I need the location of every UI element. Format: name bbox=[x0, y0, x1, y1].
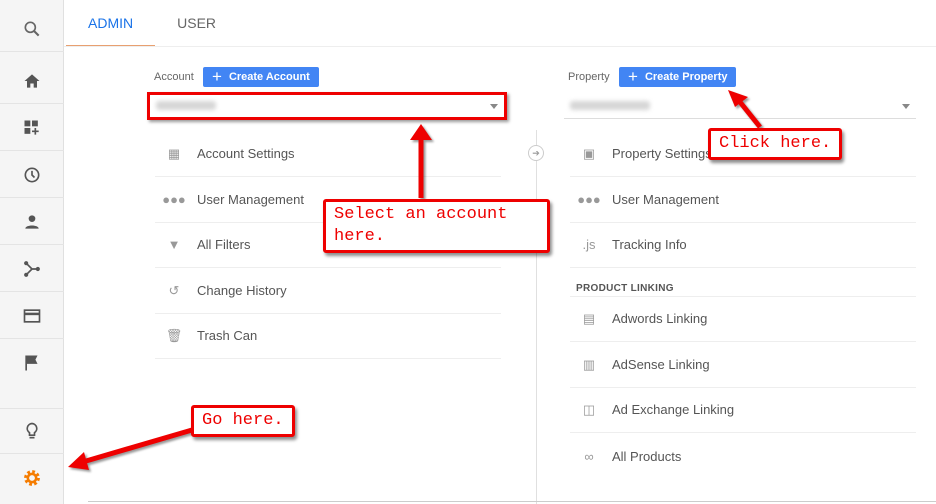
annotation-click-here: Click here. bbox=[708, 128, 843, 160]
annotation-select-account: Select an account here. bbox=[323, 199, 550, 253]
arrow-to-gear bbox=[85, 427, 193, 464]
annotation-go-here: Go here. bbox=[191, 405, 295, 437]
arrow-to-create-property bbox=[738, 100, 762, 129]
